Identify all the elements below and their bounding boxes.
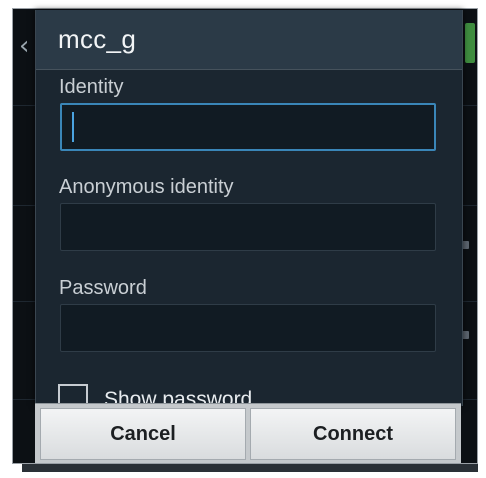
- dialog-button-bar: Cancel Connect: [35, 403, 461, 463]
- text-cursor: [72, 112, 74, 142]
- dialog-header: mcc_g: [36, 10, 462, 70]
- identity-label: Identity: [59, 76, 124, 98]
- dialog-title: mcc_g: [58, 24, 137, 54]
- wifi-connect-dialog: mcc_g Identity Anonymous identity Passwo…: [35, 10, 463, 406]
- password-label: Password: [59, 277, 147, 299]
- password-field[interactable]: [60, 304, 436, 352]
- cancel-button[interactable]: Cancel: [40, 408, 246, 460]
- bottom-shadow: [22, 464, 478, 472]
- wifi-toggle[interactable]: [465, 23, 475, 63]
- screen: ‹ mcc_g Identity Anonymous identity Pass…: [0, 0, 486, 478]
- anonymous-identity-field[interactable]: [60, 203, 436, 251]
- chevron-left-icon[interactable]: ‹: [19, 31, 29, 61]
- connect-button[interactable]: Connect: [250, 408, 456, 460]
- identity-field[interactable]: [60, 103, 436, 151]
- anonymous-identity-label: Anonymous identity: [59, 176, 234, 198]
